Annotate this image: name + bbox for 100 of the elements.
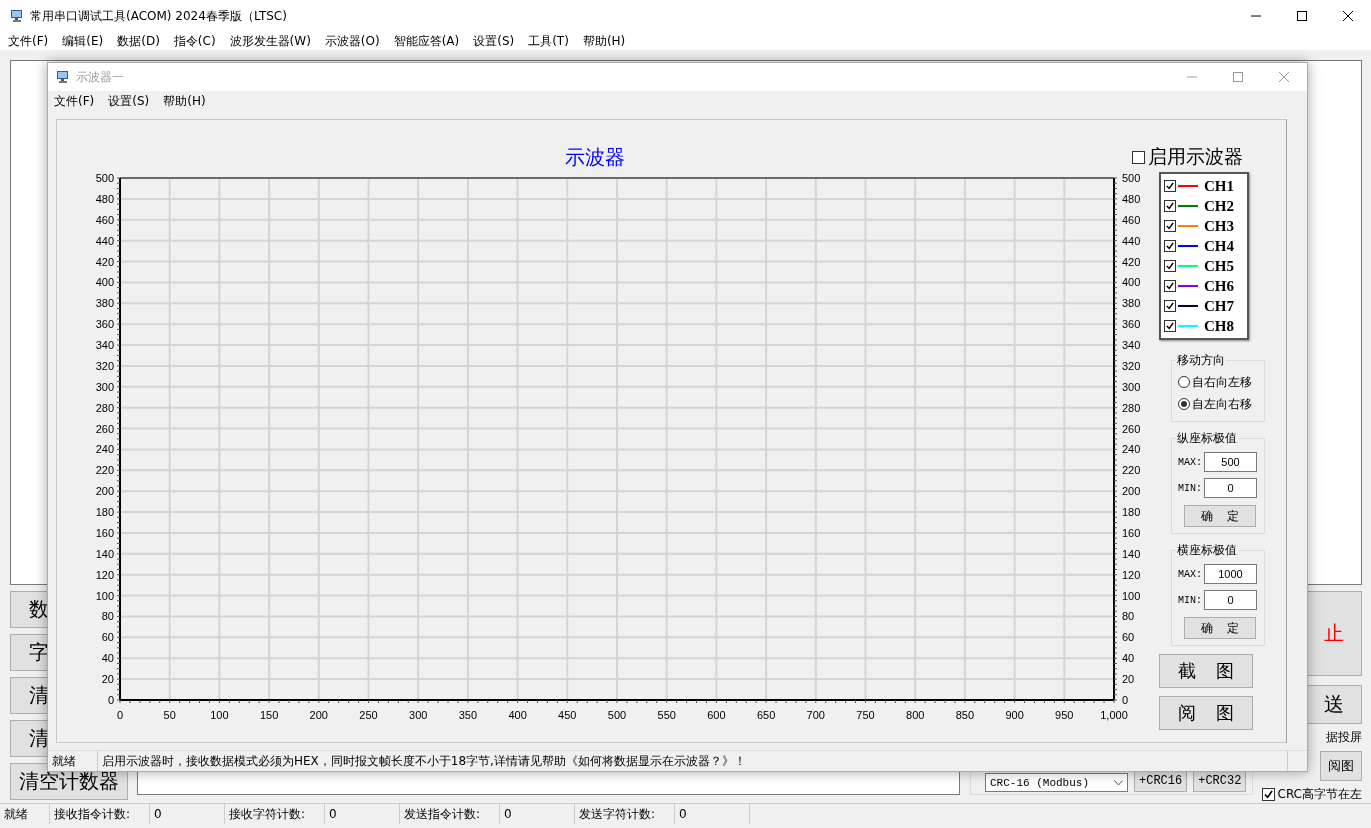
axis-label: 40 <box>101 652 114 665</box>
axis-label: 400 <box>95 276 114 289</box>
image-button[interactable]: 截 图 <box>1159 654 1253 688</box>
axis-label: 100 <box>95 589 114 602</box>
chart-title: 示波器 <box>563 144 626 171</box>
axis-label: 20 <box>101 673 114 686</box>
axis-label: 1,000 <box>1100 709 1128 721</box>
view-button[interactable]: 阅图 <box>1320 751 1362 781</box>
axis-label: 160 <box>95 526 114 539</box>
menu-item[interactable]: 设置(S) <box>108 92 150 110</box>
chevron-down-icon <box>1114 779 1123 786</box>
axis-label: 380 <box>1122 297 1141 310</box>
axis-label: 300 <box>95 380 114 393</box>
checkbox[interactable] <box>1164 200 1176 212</box>
axis-label: 140 <box>1122 547 1141 560</box>
axis-label: 850 <box>955 709 975 721</box>
axis-label: 320 <box>95 359 114 372</box>
checkbox[interactable] <box>1164 300 1176 312</box>
field-label: MIN: <box>1178 482 1202 494</box>
menu-item[interactable]: 波形发生器(W) <box>229 32 311 50</box>
axis-label: 0 <box>116 709 124 721</box>
confirm-button[interactable]: 确 定 <box>1184 617 1256 639</box>
checkbox[interactable] <box>1132 150 1145 164</box>
menu-item[interactable]: 指令(C) <box>173 32 216 50</box>
axis-label: 60 <box>1122 631 1135 644</box>
min-field[interactable]: 0 <box>1204 590 1257 610</box>
axis-label: 480 <box>1122 192 1141 205</box>
menu-item[interactable]: 编辑(E) <box>62 32 104 50</box>
axis-label: 280 <box>95 401 114 414</box>
axis-label: 750 <box>856 709 875 721</box>
axis-label: 260 <box>95 422 114 435</box>
menu-item[interactable]: 智能应答(A) <box>393 32 460 50</box>
min-field[interactable]: 0 <box>1204 478 1257 498</box>
axis-label: 500 <box>95 172 114 184</box>
checkbox[interactable] <box>1164 180 1176 192</box>
group-title: 横座标极值 <box>1176 542 1238 559</box>
axis-label: 700 <box>806 709 825 721</box>
menu-item[interactable]: 数据(D) <box>117 32 160 50</box>
axis-label: 200 <box>95 485 114 498</box>
axis-label: 400 <box>1122 276 1141 289</box>
checkbox[interactable] <box>1164 320 1176 332</box>
axis-label: 380 <box>95 297 114 310</box>
channel-label: CH3 <box>1204 217 1234 235</box>
checkbox[interactable] <box>1164 220 1176 232</box>
radio-button[interactable] <box>1178 398 1190 410</box>
axis-label: 100 <box>1122 589 1141 602</box>
window-title: 常用串口调试工具(ACOM) 2024春季版（LTSC) <box>30 7 288 25</box>
axis-label: 150 <box>259 709 279 721</box>
axis-label: 300 <box>409 709 428 721</box>
checkbox-label: 启用示波器 <box>1148 144 1243 169</box>
axis-label: 240 <box>95 443 114 456</box>
menu-item[interactable]: 帮助(H) <box>163 92 206 110</box>
status-text: 0 <box>150 804 225 824</box>
axis-label: 240 <box>1122 443 1141 456</box>
status-text: 0 <box>675 804 750 824</box>
crc-button[interactable]: +CRC16 <box>1134 770 1188 792</box>
menu-item[interactable]: 文件(F) <box>8 32 49 50</box>
axis-label: 400 <box>508 709 527 721</box>
confirm-button[interactable]: 确 定 <box>1184 505 1256 527</box>
checkbox[interactable] <box>1164 280 1176 292</box>
crc-button[interactable]: +CRC32 <box>1193 770 1247 792</box>
axis-label: 340 <box>95 339 114 352</box>
checkbox[interactable] <box>1164 240 1176 252</box>
menu-item[interactable]: 示波器(O) <box>324 32 380 50</box>
axis-label: 140 <box>95 547 114 560</box>
radio-button[interactable] <box>1178 376 1190 388</box>
axis-label: 950 <box>1055 709 1074 721</box>
axis-label: 20 <box>1122 673 1135 686</box>
image-button[interactable]: 阅 图 <box>1159 696 1253 730</box>
checkbox[interactable] <box>1164 260 1176 272</box>
axis-label: 80 <box>101 610 114 623</box>
send-button[interactable]: 送 <box>1305 684 1362 725</box>
axis-label: 500 <box>1122 172 1141 184</box>
menu-item[interactable]: 文件(F) <box>54 92 95 110</box>
axis-label: 220 <box>1122 464 1141 477</box>
window-title: 示波器一 <box>76 68 125 86</box>
axis-label: 450 <box>558 709 577 721</box>
checkbox[interactable] <box>1261 788 1275 801</box>
max-field[interactable]: 1000 <box>1204 564 1257 584</box>
status-text: 接收指令计数: <box>50 804 150 824</box>
axis-label: 180 <box>95 506 114 519</box>
close-icon[interactable] <box>1343 11 1353 21</box>
field-label: MAX: <box>1178 568 1202 580</box>
status-text: 0 <box>500 804 575 824</box>
axis-label: 320 <box>1122 359 1141 372</box>
status-text: 启用示波器时，接收数据模式必须为HEX，同时报文帧长度不小于18字节,详情请见帮助《如何将数据显示在示波器？》！ <box>98 751 1288 771</box>
menu-item[interactable]: 设置(S) <box>473 32 515 50</box>
menu-item[interactable]: 工具(T) <box>528 32 569 50</box>
maximize-icon[interactable] <box>1297 11 1307 21</box>
axis-label: 800 <box>906 709 925 721</box>
axis-label: 60 <box>101 631 114 644</box>
status-text: 就绪 <box>0 804 50 824</box>
status-text: 就绪 <box>48 751 98 771</box>
axis-label: 340 <box>1122 339 1141 352</box>
channel-label: CH6 <box>1204 277 1234 295</box>
crc-select[interactable]: CRC-16 (Modbus) <box>985 773 1128 792</box>
axis-label: 120 <box>1122 568 1141 581</box>
max-field[interactable]: 500 <box>1204 452 1257 472</box>
menu-item[interactable]: 帮助(H) <box>582 32 626 50</box>
status-text: 发送字符计数: <box>575 804 675 824</box>
